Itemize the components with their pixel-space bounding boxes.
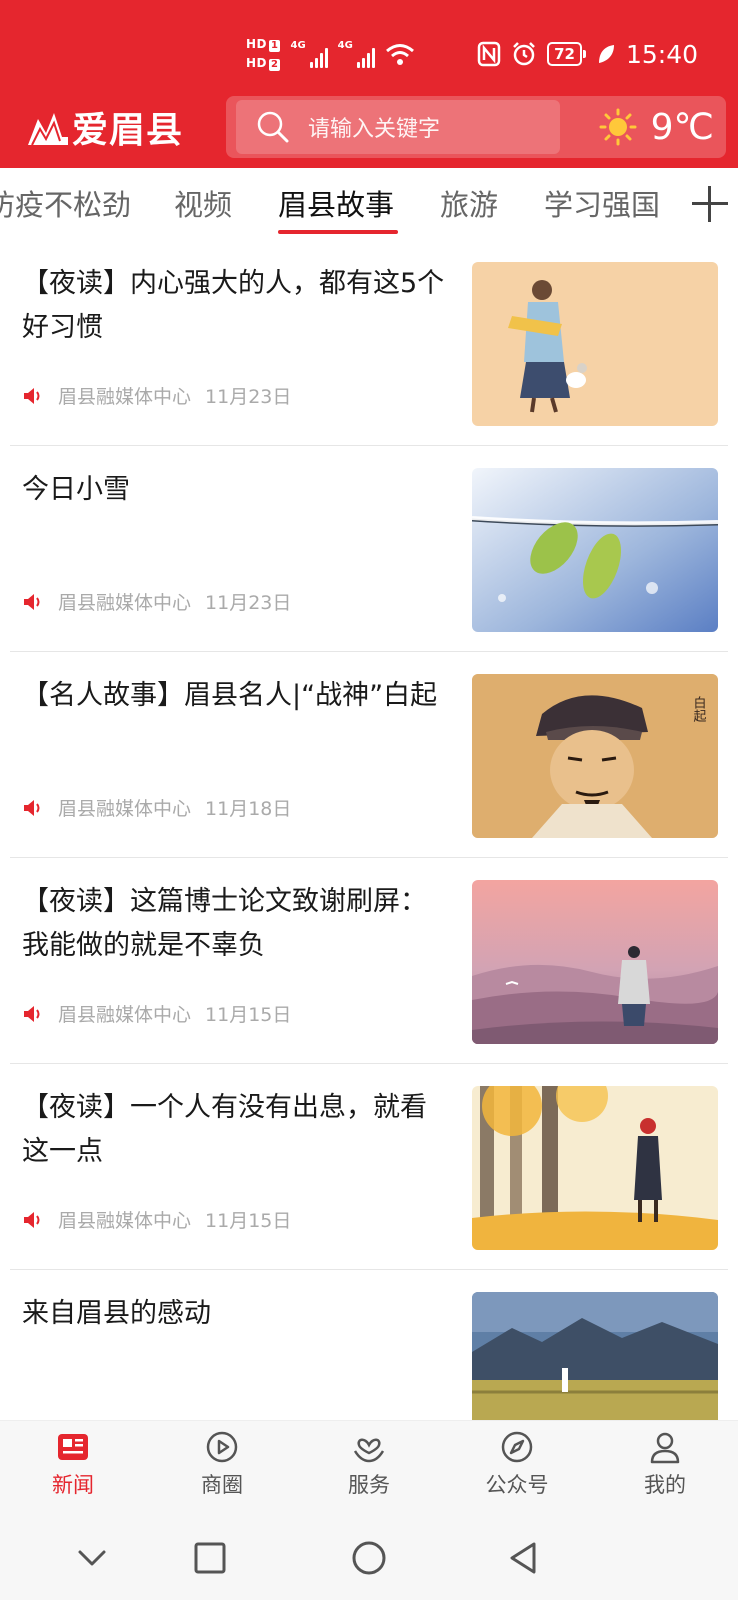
list-item[interactable]: 【夜读】内心强大的人，都有这5个好习惯 眉县融媒体中心 11月23日 [0,240,738,446]
news-source: 眉县融媒体中心 [58,386,192,408]
news-title[interactable]: 【夜读】这篇博士论文致谢刷屏：我能做的就是不辜负 [22,880,452,968]
list-item[interactable]: 今日小雪 眉县融媒体中心 11月23日 [0,446,738,652]
tab-meixian-story[interactable]: 眉县故事 [278,182,394,224]
status-bar: HD 1 HD 2 4G 4G 72 15:40 [0,0,738,92]
wifi-icon [385,44,414,65]
nav-label: 服务 [348,1473,390,1497]
search-placeholder: 请输入关键字 [308,117,441,142]
nav-official-account[interactable]: 公众号 [467,1429,567,1499]
news-date: 11月15日 [205,1004,292,1026]
tab-epidemic[interactable]: 防疫不松劲 [0,182,131,224]
weather-widget[interactable]: 9℃ [599,102,714,152]
search-bar: 请输入关键字 9℃ [226,96,726,158]
list-item[interactable]: 【名人故事】眉县名人|“战神”白起 眉县融媒体中心 11月18日 白起 [0,652,738,858]
news-thumbnail[interactable]: 白起 [472,674,718,838]
alarm-icon [513,42,535,66]
tab-video[interactable]: 视频 [174,182,232,224]
add-channel-icon[interactable] [692,186,728,222]
nav-label: 公众号 [485,1473,549,1497]
nav-service[interactable]: 服务 [319,1429,419,1499]
battery-indicator: 72 [547,42,586,66]
news-list: 【夜读】内心强大的人，都有这5个好习惯 眉县融媒体中心 11月23日 今日小雪 [0,240,738,1420]
system-navigation-bar [0,1516,738,1600]
news-date: 11月23日 [205,592,292,614]
news-title[interactable]: 【名人故事】眉县名人|“战神”白起 [22,674,452,718]
play-circle-icon [206,1431,238,1463]
nav-news[interactable]: 新闻 [23,1429,123,1499]
user-icon [650,1432,680,1464]
channel-tabs: 防疫不松劲 视频 眉县故事 旅游 学习强国 [0,168,738,240]
tab-xuexi[interactable]: 学习强国 [544,182,660,224]
search-input[interactable]: 请输入关键字 [236,100,560,154]
logo-text: 爱眉县 [72,109,184,151]
home-icon[interactable] [347,1536,391,1580]
news-date: 11月18日 [205,798,292,820]
back-icon[interactable] [502,1536,546,1580]
leaf-icon [598,45,614,63]
news-thumbnail[interactable] [472,1086,718,1250]
logo-mark-icon [28,113,68,146]
list-item[interactable]: 【夜读】一个人有没有出息，就看这一点 眉县融媒体中心 11月15日 [0,1064,738,1270]
status-left: HD 1 HD 2 4G 4G [246,32,415,76]
search-icon [257,111,289,143]
news-meta: 眉县融媒体中心 11月23日 [22,588,291,615]
active-tab-indicator [278,230,398,234]
app-bar: 爱眉县 请输入关键字 9℃ [0,92,738,168]
app-header: HD 1 HD 2 4G 4G 72 15:40 爱眉县 请输入关键字 9℃ [0,0,738,168]
speaker-icon[interactable] [22,798,44,818]
news-icon [58,1434,88,1460]
clock: 15:40 [625,39,698,69]
news-thumbnail[interactable] [472,880,718,1044]
hd-indicators: HD 1 HD 2 [246,37,281,71]
service-heart-icon [353,1438,385,1463]
news-thumbnail[interactable] [472,262,718,426]
news-meta: 眉县融媒体中心 11月23日 [22,382,291,409]
compass-icon [501,1431,533,1463]
news-source: 眉县融媒体中心 [58,592,192,614]
list-item[interactable]: 【夜读】这篇博士论文致谢刷屏：我能做的就是不辜负 眉县融媒体中心 11月15日 [0,858,738,1064]
hd2-indicator: HD 2 [246,56,281,71]
list-item[interactable]: 来自眉县的感动 [0,1270,738,1420]
tab-travel[interactable]: 旅游 [440,182,498,224]
news-thumbnail[interactable] [472,1292,718,1420]
bottom-navigation: 新闻 商圈 服务 公众号 我的 [0,1420,738,1516]
recent-apps-icon[interactable] [188,1536,232,1580]
nav-label: 商圈 [201,1473,243,1497]
nav-business[interactable]: 商圈 [172,1429,272,1499]
news-meta: 眉县融媒体中心 11月18日 [22,794,291,821]
app-logo[interactable]: 爱眉县 [26,102,183,152]
nav-label: 新闻 [52,1473,94,1497]
status-right: 72 15:40 [477,34,698,74]
nfc-icon [477,41,501,67]
speaker-icon[interactable] [22,386,44,406]
nav-label: 我的 [644,1473,686,1497]
news-date: 11月23日 [205,386,292,408]
news-title[interactable]: 来自眉县的感动 [22,1292,452,1336]
thumb-caption: 白起 [691,695,707,723]
signal-1-icon: 4G [290,40,328,68]
news-title[interactable]: 【夜读】内心强大的人，都有这5个好习惯 [22,262,452,350]
news-meta: 眉县融媒体中心 11月15日 [22,1000,291,1027]
speaker-icon[interactable] [22,1210,44,1230]
news-source: 眉县融媒体中心 [58,1210,192,1232]
signal-2-icon: 4G [338,40,375,68]
news-thumbnail[interactable] [472,468,718,632]
temperature: 9℃ [650,106,714,148]
news-meta: 眉县融媒体中心 11月15日 [22,1206,291,1233]
nav-mine[interactable]: 我的 [615,1429,715,1499]
news-title[interactable]: 【夜读】一个人有没有出息，就看这一点 [22,1086,452,1174]
news-date: 11月15日 [205,1210,292,1232]
sun-icon [599,108,637,146]
chevron-down-icon[interactable] [70,1536,114,1580]
news-source: 眉县融媒体中心 [58,1004,192,1026]
news-title[interactable]: 今日小雪 [22,468,452,512]
news-source: 眉县融媒体中心 [58,798,192,820]
hd1-indicator: HD 1 [246,37,281,52]
speaker-icon[interactable] [22,1004,44,1024]
speaker-icon[interactable] [22,592,44,612]
